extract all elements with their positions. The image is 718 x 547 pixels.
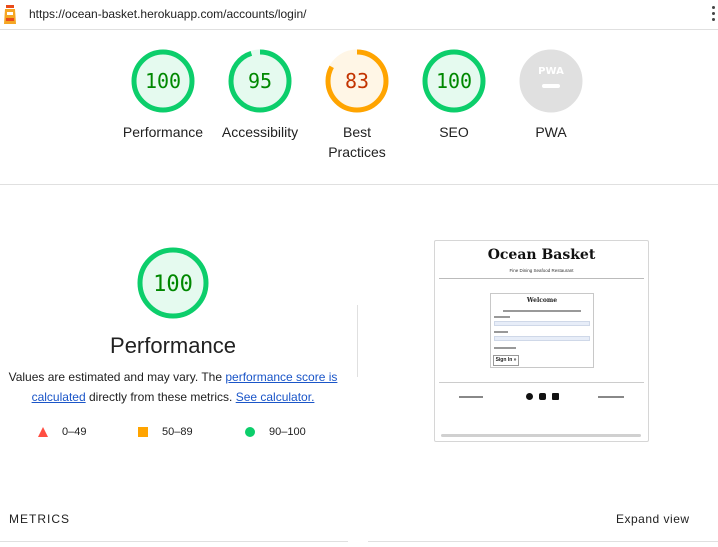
instagram-icon [539,393,546,400]
url-text[interactable]: https://ocean-basket.herokuapp.com/accou… [29,7,307,21]
performance-score-value: 100 [145,69,181,93]
thumbnail-text-line [494,316,510,318]
square-icon [138,427,148,437]
thumbnail-divider [439,278,644,279]
legend-pass-label: 90–100 [269,426,306,438]
vertical-divider [357,305,358,377]
performance-score-ring: 100 [131,49,195,113]
legend-pass: 90–100 [245,426,306,438]
metrics-divider-left [0,541,348,542]
thumbnail-text-line [494,347,516,349]
performance-score-ring: 100 [137,247,209,319]
thumbnail-footer-text [459,396,483,398]
best-practices-score-ring: 83 [325,49,389,113]
performance-description: Values are estimated and may vary. The p… [8,367,338,407]
performance-gauge-large: 100 [100,245,246,326]
pwa-dash-icon [542,84,560,88]
best-practices-score-value: 83 [345,69,369,93]
performance-label: Performance [122,124,204,140]
thumbnail-login-card: Welcome Sign In » [490,293,594,368]
best-practices-label: Best Practices [328,124,386,160]
thumbnail-footer-credit [598,396,624,398]
lighthouse-icon [4,5,16,24]
gauge-accessibility[interactable]: 95 Accessibility [212,48,308,142]
desc-text-2: directly from these metrics. [85,390,236,404]
seo-score-ring: 100 [422,49,486,113]
accessibility-score-value: 95 [248,69,272,93]
pwa-label: PWA [535,124,567,140]
gauge-pwa[interactable]: PWA PWA [503,48,599,142]
circle-icon [245,427,255,437]
thumbnail-card-title: Welcome [526,297,558,304]
accessibility-score-ring: 95 [228,49,292,113]
gauge-performance[interactable]: 100 Performance [115,48,211,142]
pwa-score-ring: PWA [519,49,583,113]
gauge-best-practices[interactable]: 83 Best Practices [309,48,405,162]
expand-view-button[interactable]: Expand view [616,512,690,526]
thumbnail-input [494,336,590,341]
thumbnail-text-line [494,331,508,333]
pwa-badge-text: PWA [538,66,564,77]
accessibility-label: Accessibility [221,124,299,140]
thumbnail-input [494,321,590,326]
thumbnail-text-line [503,310,581,312]
see-calculator-link[interactable]: See calculator. [236,390,315,404]
seo-label: SEO [439,124,469,140]
legend-average-label: 50–89 [162,426,193,438]
metrics-heading: METRICS [9,512,70,526]
triangle-icon [38,427,48,437]
address-bar: https://ocean-basket.herokuapp.com/accou… [0,0,718,30]
page-screenshot-thumbnail[interactable]: Ocean Basket Fine Dining Seafood Restaur… [434,240,649,442]
more-options-icon[interactable] [712,6,716,24]
twitter-icon [552,393,559,400]
performance-title: Performance [110,333,236,358]
thumbnail-scrollbar [441,434,641,437]
legend-fail-label: 0–49 [62,426,87,438]
section-divider [0,184,718,185]
thumbnail-brand: Ocean Basket [487,247,596,263]
seo-score-value: 100 [436,69,472,93]
gauge-seo[interactable]: 100 SEO [406,48,502,142]
metrics-divider-right [368,541,718,542]
thumbnail-footer-divider [439,382,644,383]
thumbnail-tagline: Fine Dining Seafood Restaurant [509,268,574,273]
legend-fail: 0–49 [38,426,86,438]
thumbnail-signin-button: Sign In » [493,355,519,366]
performance-score-value: 100 [153,272,193,297]
desc-text-1: Values are estimated and may vary. The [8,370,226,384]
facebook-icon [526,393,533,400]
legend-average: 50–89 [138,426,193,438]
